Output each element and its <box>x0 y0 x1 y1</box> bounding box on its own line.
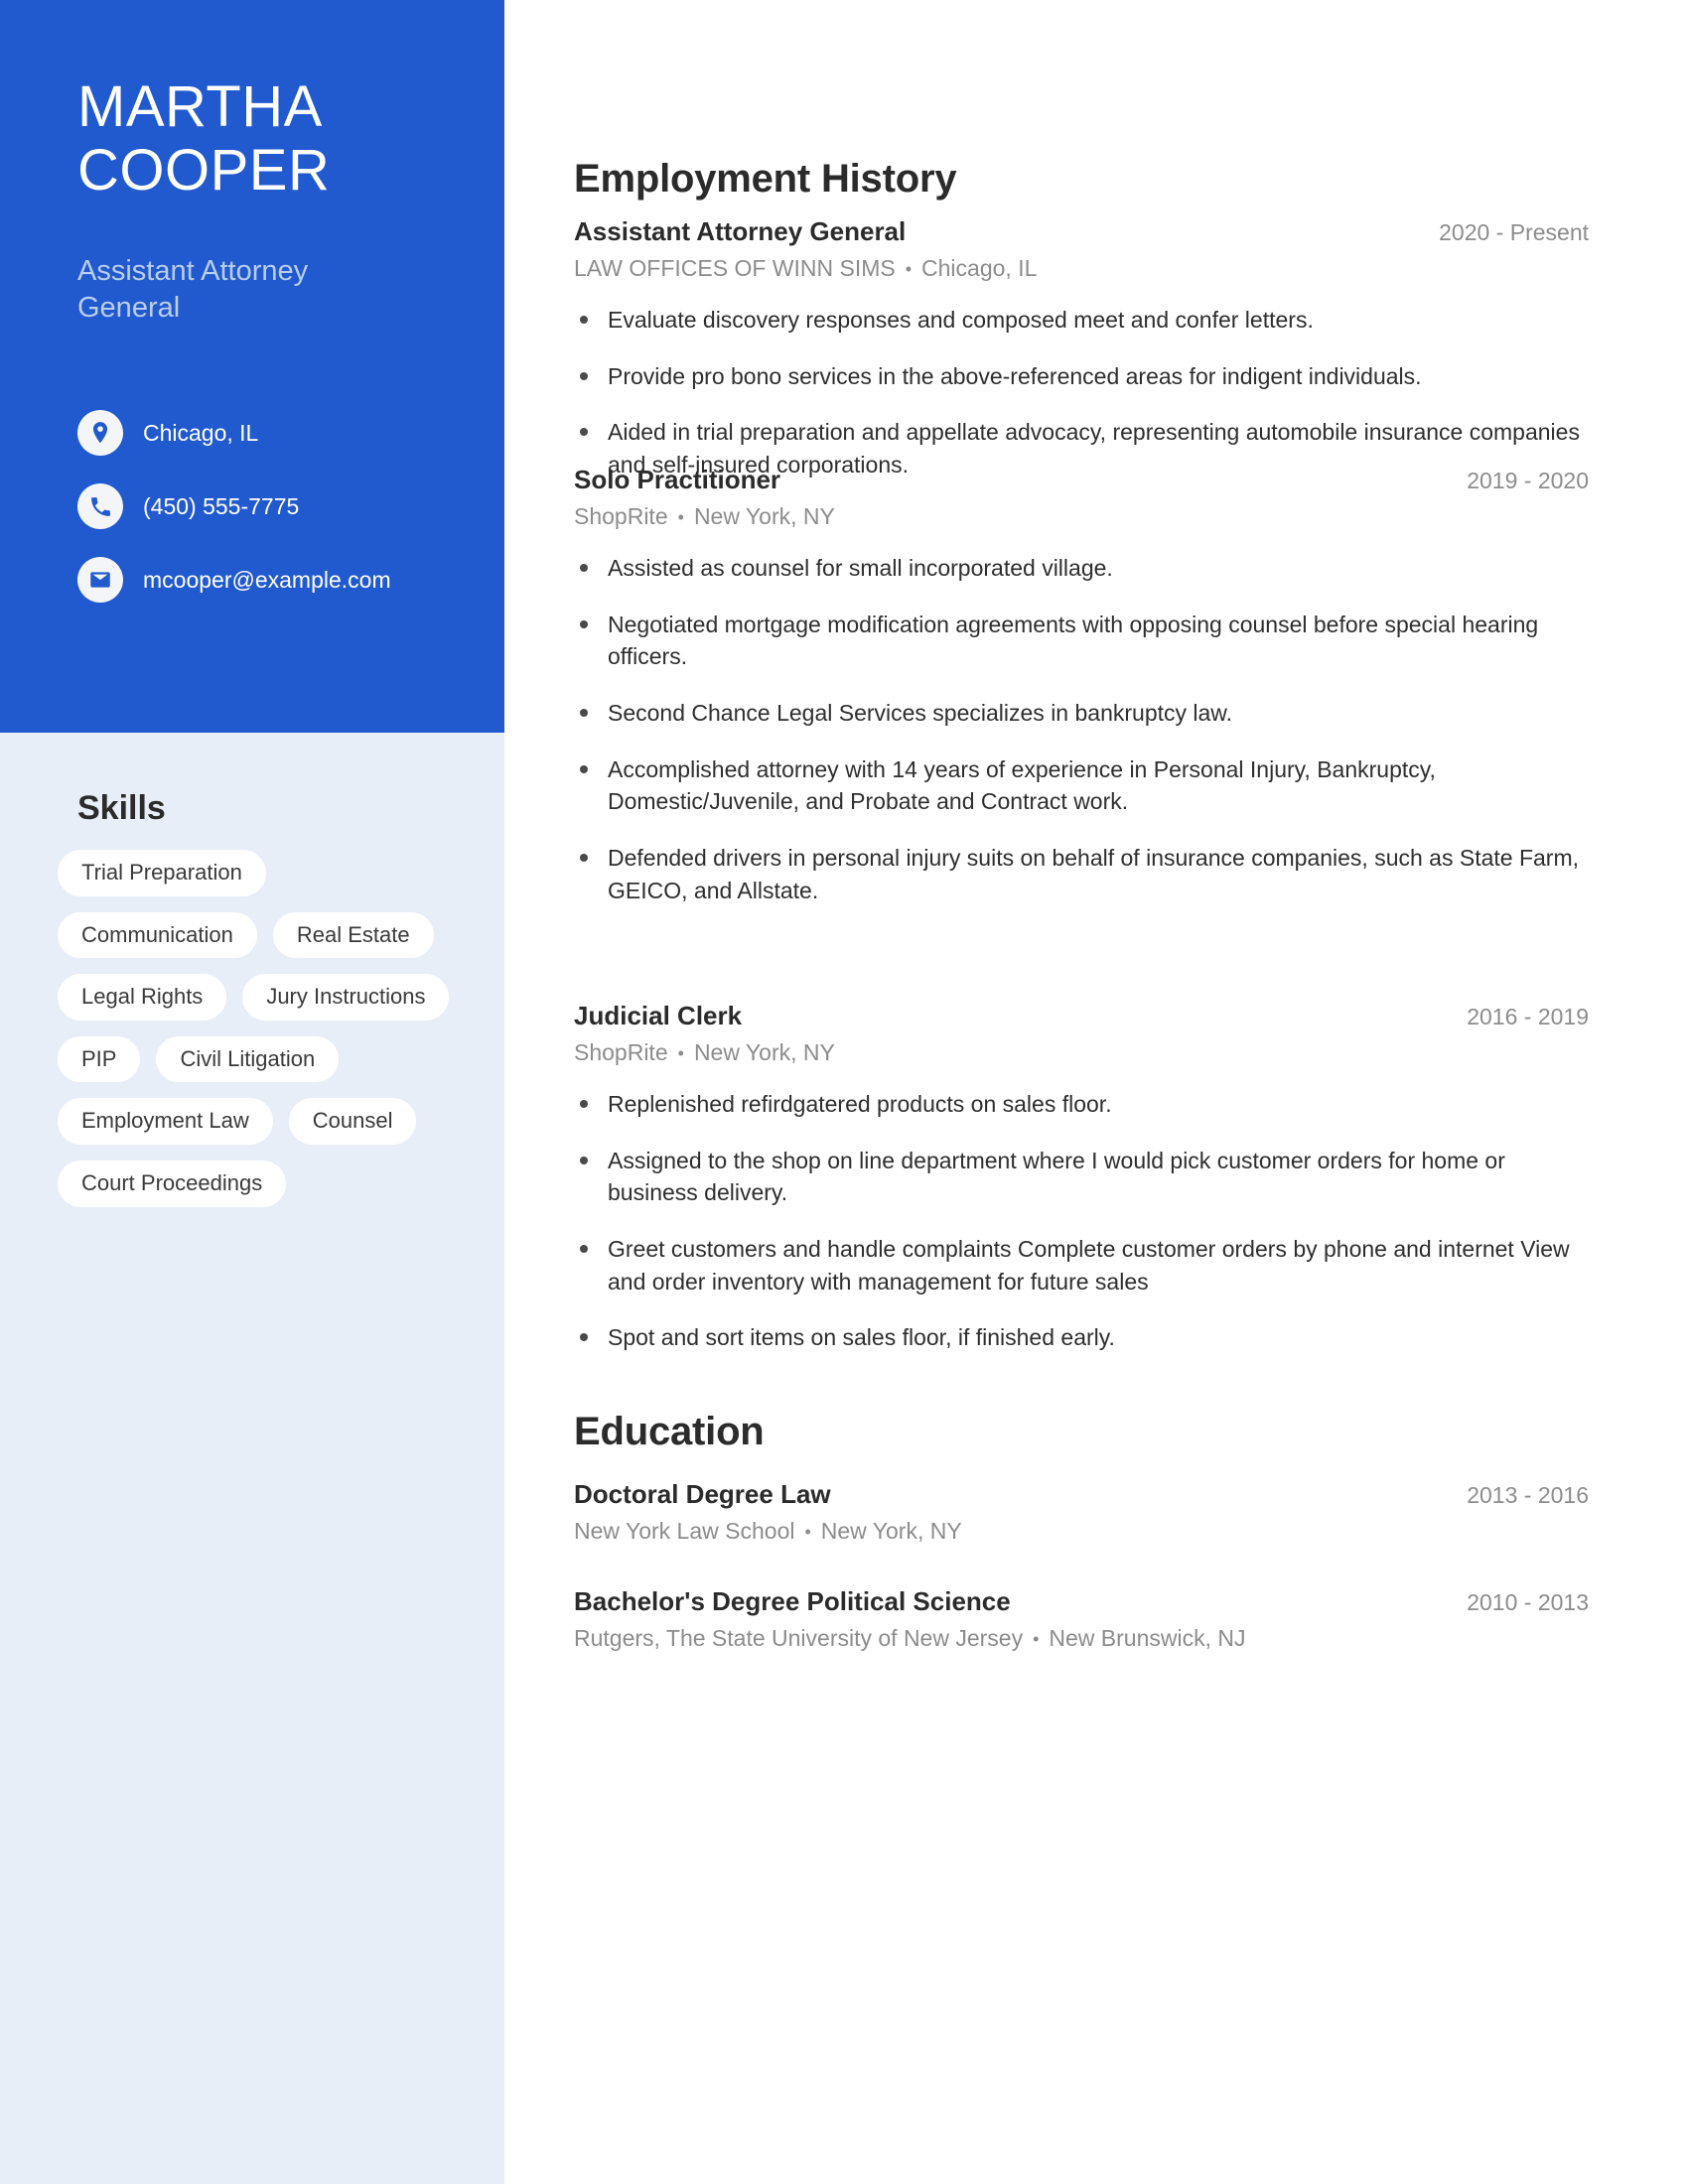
employment-entry: Assistant Attorney General 2020 - Present… <box>574 216 1589 505</box>
location-pin-icon <box>77 410 123 456</box>
school-name: New York Law School <box>574 1518 795 1544</box>
entry-header: Judicial Clerk 2016 - 2019 <box>574 1001 1589 1031</box>
skill-pill: Jury Instructions <box>242 974 450 1021</box>
contact-phone-value: (450) 555-7775 <box>143 492 300 519</box>
skill-pill: Employment Law <box>58 1098 273 1145</box>
education-entry: Doctoral Degree Law 2013 - 2016 New York L… <box>574 1479 1589 1545</box>
separator-dot-icon: • <box>1033 1629 1040 1650</box>
job-company: LAW OFFICES OF WINN SIMS <box>574 255 896 281</box>
job-bullet: Defended drivers in personal injury suit… <box>574 842 1589 906</box>
job-bullet: Greet customers and handle complaints Co… <box>574 1233 1589 1297</box>
job-bullet: Evaluate discovery responses and compose… <box>574 304 1589 337</box>
job-bullet-list: Evaluate discovery responses and compose… <box>574 304 1589 481</box>
separator-dot-icon: • <box>905 259 913 280</box>
candidate-job-title: Assistant Attorney General <box>77 255 309 325</box>
job-dates: 2019 - 2020 <box>1467 468 1589 493</box>
skill-pill: Real Estate <box>272 911 434 959</box>
skill-pill: Communication <box>58 911 257 959</box>
contact-email-value: mcooper@example.com <box>143 566 391 593</box>
candidate-name: Martha Cooper <box>77 74 331 203</box>
skill-pill: Civil Litigation <box>156 1035 340 1083</box>
school-location-value: New Brunswick, NJ <box>1049 1625 1246 1651</box>
separator-dot-icon: • <box>677 507 684 528</box>
skills-heading: Skills <box>77 789 166 827</box>
skill-pill: Trial Preparation <box>58 850 266 896</box>
job-bullet: Second Chance Legal Services specializes… <box>574 697 1589 730</box>
school-location-value: New York, NY <box>820 1518 962 1544</box>
job-bullet: Accomplished attorney with 14 years of e… <box>574 753 1589 818</box>
contact-row-location: Chicago, IL <box>77 407 494 459</box>
job-location: New York, NY <box>693 503 835 529</box>
job-location: New York, NY <box>693 1039 835 1065</box>
phone-icon <box>77 483 123 529</box>
job-bullet: Assisted as counsel for small incorporat… <box>574 552 1589 585</box>
job-bullet: Negotiated mortgage modification agreeme… <box>574 609 1589 673</box>
degree-dates: 2013 - 2016 <box>1467 1482 1589 1508</box>
job-title: Assistant Attorney General <box>574 216 907 246</box>
school-location: Rutgers, The State University of New Jer… <box>574 1625 1589 1652</box>
job-title: Solo Practitioner <box>574 465 781 494</box>
entry-header: Assistant Attorney General 2020 - Present <box>574 216 1589 247</box>
separator-dot-icon: • <box>677 1043 684 1064</box>
email-icon <box>77 557 123 603</box>
entry-header: Doctoral Degree Law 2013 - 2016 <box>574 1479 1589 1510</box>
degree-title: Bachelor's Degree Political Science <box>574 1586 1011 1616</box>
skills-list: Trial Preparation Communication Real Estat… <box>58 850 475 1207</box>
job-bullet: Assigned to the shop on line department … <box>574 1145 1589 1209</box>
employment-history-heading: Employment History <box>574 157 957 201</box>
job-dates: 2016 - 2019 <box>1467 1004 1589 1029</box>
entry-header: Bachelor's Degree Political Science 2010 … <box>574 1586 1589 1617</box>
job-company-location: ShopRite • New York, NY <box>574 1039 1589 1066</box>
skill-pill: PIP <box>58 1035 141 1083</box>
job-bullet: Spot and sort items on sales floor, if f… <box>574 1321 1589 1354</box>
education-heading: Education <box>574 1410 765 1453</box>
job-company-location: LAW OFFICES OF WINN SIMS • Chicago, IL <box>574 255 1589 282</box>
job-dates: 2020 - Present <box>1439 219 1589 245</box>
job-bullet: Provide pro bono services in the above-r… <box>574 360 1589 393</box>
sidebar-header-block: Martha Cooper Assistant Attorney General… <box>0 0 504 733</box>
main-content: Employment History Assistant Attorney Ge… <box>574 0 1589 2184</box>
employment-entry: Solo Practitioner 2019 - 2020 ShopRite • New… <box>574 465 1589 930</box>
skill-pill: Court Proceedings <box>58 1160 287 1207</box>
job-company: ShopRite <box>574 503 668 529</box>
contact-row-phone: (450) 555-7775 <box>77 480 494 532</box>
degree-dates: 2010 - 2013 <box>1467 1589 1589 1615</box>
separator-dot-icon: • <box>804 1522 811 1543</box>
degree-title: Doctoral Degree Law <box>574 1479 831 1509</box>
job-title: Judicial Clerk <box>574 1001 743 1030</box>
job-company-location: ShopRite • New York, NY <box>574 503 1589 530</box>
contact-location-value: Chicago, IL <box>143 419 259 446</box>
job-bullet: Replenished refirdgatered products on sa… <box>574 1088 1589 1121</box>
skill-pill: Legal Rights <box>58 974 227 1021</box>
job-location: Chicago, IL <box>921 255 1038 281</box>
sidebar: Martha Cooper Assistant Attorney General… <box>0 0 504 2184</box>
job-bullet-list: Assisted as counsel for small incorporat… <box>574 552 1589 906</box>
job-company: ShopRite <box>574 1039 668 1065</box>
contact-row-email: mcooper@example.com <box>77 554 494 606</box>
employment-entry: Judicial Clerk 2016 - 2019 ShopRite • New Yo… <box>574 1001 1589 1378</box>
job-bullet-list: Replenished refirdgatered products on sa… <box>574 1088 1589 1354</box>
skill-pill: Counsel <box>288 1098 417 1145</box>
school-location: New York Law School • New York, NY <box>574 1518 1589 1545</box>
entry-header: Solo Practitioner 2019 - 2020 <box>574 465 1589 495</box>
education-entry: Bachelor's Degree Political Science 2010 … <box>574 1586 1589 1652</box>
skills-section: Skills Trial Preparation Communication Rea… <box>58 789 475 1207</box>
school-name: Rutgers, The State University of New Jer… <box>574 1625 1024 1651</box>
contact-list: Chicago, IL (450) 555-7775 mcooper@examp… <box>77 407 494 627</box>
